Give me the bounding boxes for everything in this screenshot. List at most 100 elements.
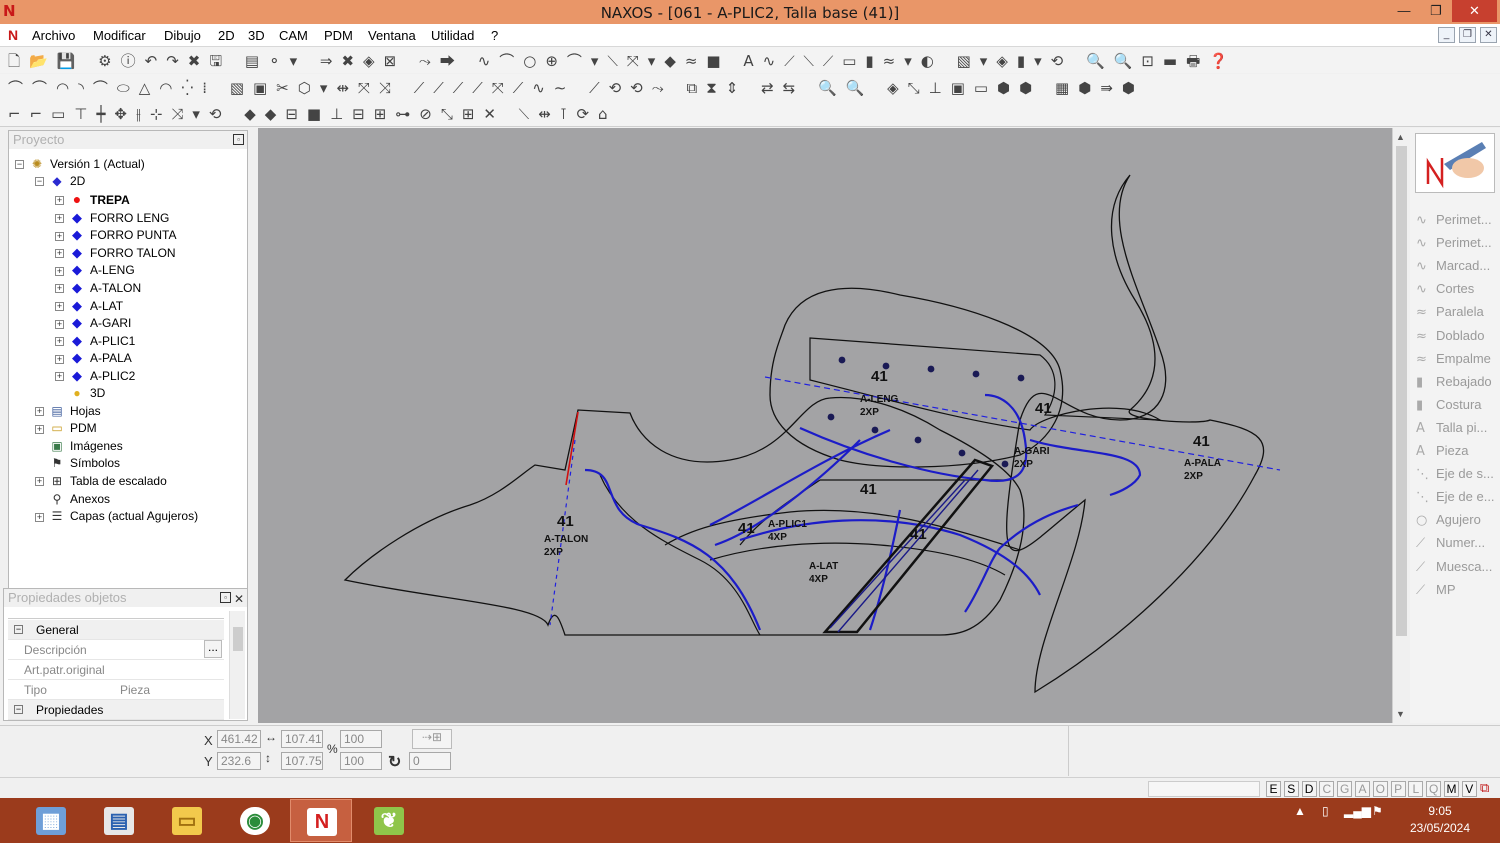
tool-ejedes-11[interactable]: ⋱ Eje de s... [1416, 464, 1494, 484]
tree-piece-a-plic1[interactable]: + ◆ A-PLIC1 [55, 332, 135, 349]
expand-icon[interactable]: + [55, 231, 64, 241]
status-toggle-c[interactable]: C [1319, 781, 1335, 797]
status-toggle-a[interactable]: A [1355, 781, 1370, 797]
tool-marcad-2[interactable]: ∿ Marcad... [1416, 256, 1490, 276]
battery-icon[interactable]: ▯ [1322, 804, 1329, 818]
tree-node-pdm[interactable]: + ▭ PDM [35, 420, 97, 437]
tree-piece-a-gari[interactable]: + ◆ A-GARI [55, 314, 131, 331]
tool-mp-16[interactable]: ⟋ MP [1416, 580, 1456, 600]
tool-costura-8[interactable]: ▮ Costura [1416, 395, 1482, 415]
menu-ventana[interactable]: Ventana [368, 28, 416, 43]
tree-piece-a-talon[interactable]: + ◆ A-TALON [55, 279, 141, 296]
drawing-canvas[interactable]: 41 41 41 41 41 41 41 A-LENG 2XP A-GARI 2XP A-PALA 2X… [258, 128, 1392, 723]
tree-node-2d[interactable]: − ◆ 2D [35, 173, 85, 190]
mdi-minimize-button[interactable]: _ [1438, 27, 1455, 43]
status-toggle-m[interactable]: M [1444, 781, 1459, 797]
tool-pieza-10[interactable]: A Pieza [1416, 441, 1469, 461]
property-row-descripcion[interactable]: Descripción ... [8, 640, 224, 660]
properties-scrollbar[interactable] [229, 611, 245, 719]
tool-tallapi-9[interactable]: A Talla pi... [1416, 418, 1487, 438]
tray-expand-icon[interactable]: ▲ [1294, 804, 1306, 818]
toolbar-main-icons[interactable]: 🗋📂💾 ⚙ⓘ↶↷✖🖫 ▤⚬▾ ⇒✖◈⊠ ⤳⮕ ∿⌒○⊕⌒▾⟍⤧▾◆≈■ A∿⟋⟍… [8, 51, 1237, 71]
scale-x-field[interactable]: 100 [340, 730, 382, 748]
tool-perimet-1[interactable]: ∿ Perimet... [1416, 233, 1492, 253]
status-toggle-e[interactable]: E [1266, 781, 1281, 797]
taskbar-file-explorer[interactable]: ▭ [156, 799, 218, 842]
close-icon[interactable]: ✕ [234, 590, 244, 608]
status-toggle-v[interactable]: V [1461, 781, 1477, 797]
scroll-thumb[interactable] [1396, 146, 1407, 636]
tool-rebajado-7[interactable]: ▮ Rebajado [1416, 372, 1492, 392]
tree-node-3d[interactable]: ● 3D [55, 385, 105, 402]
tool-ejedee-12[interactable]: ⋱ Eje de e... [1416, 487, 1495, 507]
x-coordinate-field[interactable]: 461.42 [217, 730, 261, 748]
expand-icon[interactable]: + [55, 319, 64, 329]
height-field[interactable]: 107.75 [281, 752, 323, 770]
expand-icon[interactable]: + [55, 354, 64, 364]
expand-icon[interactable]: + [55, 301, 64, 311]
menu-3d[interactable]: 3D [248, 28, 265, 43]
tree-piece-a-leng[interactable]: + ◆ A-LENG [55, 261, 135, 278]
tree-root[interactable]: − ✺ Versión 1 (Actual) [15, 156, 145, 173]
rotation-field[interactable]: 0 [409, 752, 451, 770]
tree-piece-forro-punta[interactable]: + ◆ FORRO PUNTA [55, 226, 176, 243]
maximize-button[interactable]: ❐ [1420, 0, 1452, 22]
clock[interactable]: 9:05 23/05/2024 [1400, 803, 1480, 837]
tool-muesca-15[interactable]: ⟋ Muesca... [1416, 557, 1492, 577]
tool-cortes-3[interactable]: ∿ Cortes [1416, 279, 1474, 299]
close-button[interactable]: ✕ [1452, 0, 1497, 22]
collapse-icon[interactable]: − [35, 177, 44, 187]
mdi-restore-button[interactable]: ❐ [1459, 27, 1476, 43]
width-field[interactable]: 107.41 [281, 730, 323, 748]
pattern-drawing[interactable]: 41 41 41 41 41 41 41 A-LENG 2XP A-GARI 2XP A-PALA 2X… [258, 128, 1392, 723]
menu-2d[interactable]: 2D [218, 28, 235, 43]
collapse-icon[interactable]: − [14, 625, 23, 634]
flag-icon[interactable]: ⚑ [1372, 804, 1383, 818]
expand-icon[interactable]: + [55, 213, 64, 223]
properties-group-general[interactable]: − General [8, 620, 224, 640]
status-toggle-l[interactable]: L [1408, 781, 1424, 797]
status-toggle-g[interactable]: G [1337, 781, 1353, 797]
tool-agujero-13[interactable]: ○ Agujero [1416, 510, 1481, 530]
taskbar-green-app[interactable]: ❦ [358, 799, 420, 842]
menu-help[interactable]: ? [491, 28, 498, 43]
scroll-thumb[interactable] [233, 627, 243, 651]
expand-icon[interactable]: + [35, 477, 44, 487]
tree-piece-a-plic2[interactable]: + ◆ A-PLIC2 [55, 367, 135, 384]
scroll-down-icon[interactable]: ▼ [1396, 709, 1405, 719]
expand-icon[interactable]: + [35, 512, 44, 522]
tree-piece-forro-talon[interactable]: + ◆ FORRO TALON [55, 244, 176, 261]
expand-icon[interactable]: + [55, 372, 64, 382]
property-row-art-patr[interactable]: Art.patr.original [8, 660, 224, 680]
pin-icon[interactable]: ▫ [233, 134, 244, 145]
tree-piece-a-lat[interactable]: + ◆ A-LAT [55, 297, 123, 314]
tree-node-capas[interactable]: + ☰ Capas (actual Agujeros) [35, 508, 198, 525]
expand-icon[interactable]: + [35, 424, 44, 434]
expand-icon[interactable]: + [55, 284, 64, 294]
tree-node-anexos[interactable]: ⚲ Anexos [35, 491, 110, 508]
tree-piece-forro-leng[interactable]: + ◆ FORRO LENG [55, 209, 169, 226]
tree-node-tabla[interactable]: + ⊞ Tabla de escalado [35, 473, 167, 490]
taskbar-explorer-app[interactable]: ▤ [88, 799, 150, 842]
tool-paralela-4[interactable]: ≈ Paralela [1416, 302, 1484, 322]
menu-cam[interactable]: CAM [279, 28, 308, 43]
menu-utilidad[interactable]: Utilidad [431, 28, 474, 43]
tree-node-hojas[interactable]: + ▤ Hojas [35, 403, 101, 420]
document-icon[interactable]: N [8, 27, 18, 43]
minimize-button[interactable]: — [1388, 0, 1420, 22]
tool-doblado-5[interactable]: ≈ Doblado [1416, 326, 1484, 346]
status-toggle-o[interactable]: O [1372, 781, 1388, 797]
status-toggle-s[interactable]: S [1283, 781, 1299, 797]
tool-perimet-0[interactable]: ∿ Perimet... [1416, 210, 1492, 230]
collapse-icon[interactable]: − [15, 160, 24, 170]
tree-piece-a-pala[interactable]: + ◆ A-PALA [55, 349, 132, 366]
status-toggle-p[interactable]: P [1390, 781, 1406, 797]
scale-y-field[interactable]: 100 [340, 752, 382, 770]
status-toggle-q[interactable]: Q [1426, 781, 1442, 797]
expand-icon[interactable]: + [35, 406, 44, 416]
menu-archivo[interactable]: Archivo [32, 28, 75, 43]
canvas-vertical-scrollbar[interactable]: ▲ ▼ [1392, 128, 1409, 723]
y-coordinate-field[interactable]: 232.6 [217, 752, 261, 770]
pin-icon[interactable]: ▫ [220, 592, 231, 603]
property-value[interactable]: Pieza [120, 680, 150, 700]
